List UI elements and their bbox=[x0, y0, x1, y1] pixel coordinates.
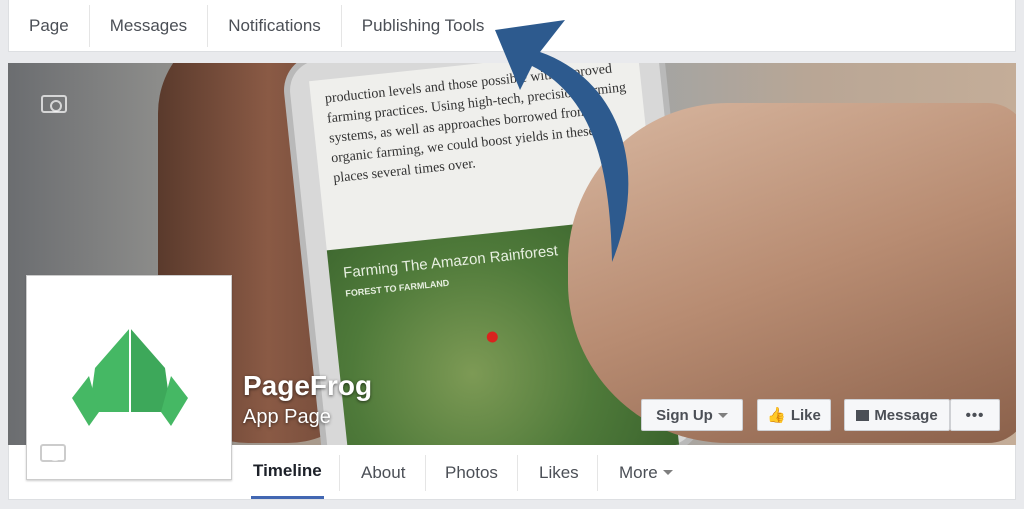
map-pin-icon bbox=[486, 330, 499, 344]
message-icon bbox=[856, 409, 870, 421]
tab-page[interactable]: Page bbox=[9, 4, 90, 47]
tab-photos[interactable]: Photos bbox=[443, 445, 500, 500]
chevron-down-icon bbox=[662, 470, 673, 475]
cover-hand-right bbox=[568, 103, 1016, 443]
like-label: Like bbox=[790, 406, 821, 424]
page-name: PageFrog bbox=[243, 370, 373, 401]
tab-about[interactable]: About bbox=[359, 445, 407, 500]
tab-more-label: More bbox=[619, 462, 658, 482]
page-type: App Page bbox=[243, 406, 331, 428]
divider bbox=[597, 455, 598, 491]
tab-timeline[interactable]: Timeline bbox=[251, 445, 324, 499]
map-title: Farming The Amazon Rainforest bbox=[342, 242, 559, 282]
sign-up-label: Sign Up bbox=[656, 406, 713, 424]
more-options-button[interactable]: ••• bbox=[950, 399, 1000, 431]
message-button[interactable]: Message bbox=[844, 399, 950, 431]
profile-picture[interactable] bbox=[26, 275, 232, 480]
divider bbox=[339, 455, 340, 491]
map-subtitle: FOREST TO FARMLAND bbox=[344, 277, 450, 299]
tab-notifications[interactable]: Notifications bbox=[208, 4, 342, 47]
tab-publishing-tools[interactable]: Publishing Tools bbox=[342, 5, 505, 47]
message-label: Message bbox=[874, 406, 938, 424]
chevron-down-icon bbox=[717, 412, 728, 418]
tab-likes[interactable]: Likes bbox=[537, 445, 581, 500]
tab-messages[interactable]: Messages bbox=[90, 4, 209, 47]
divider bbox=[517, 455, 518, 491]
divider bbox=[425, 455, 426, 491]
camera-icon[interactable] bbox=[41, 95, 67, 113]
thumbs-up-icon: 👍 bbox=[767, 407, 786, 424]
tab-more[interactable]: More bbox=[617, 445, 675, 500]
page-admin-tabs: Page Messages Notifications Publishing T… bbox=[8, 0, 1016, 52]
camera-icon[interactable] bbox=[40, 444, 66, 462]
like-button[interactable]: 👍 Like bbox=[757, 399, 831, 431]
sign-up-button[interactable]: Sign Up bbox=[641, 399, 743, 431]
